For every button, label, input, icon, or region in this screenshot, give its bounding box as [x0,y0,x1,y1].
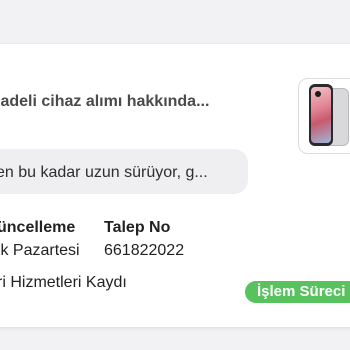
phone-camera-icon [315,91,321,97]
last-message-text: en bu kadar uzun sürüyor, g... [0,164,208,181]
record-type: ri Hizmetleri Kaydı [0,274,127,291]
phone-screen [311,87,331,143]
ticket-subject: iadeli cihaz alımı hakkında... [0,93,210,110]
ticket-page: iadeli cihaz alımı hakkında... en bu kad… [0,0,350,350]
phone-image [309,84,333,146]
request-number-label: Talep No [104,219,171,236]
status-badge: İşlem Süreci [245,281,350,303]
update-label: üncelleme [0,219,76,236]
product-thumbnail [298,78,350,154]
request-number-value: 661822022 [104,242,185,259]
update-value: ık Pazartesi [0,242,80,259]
